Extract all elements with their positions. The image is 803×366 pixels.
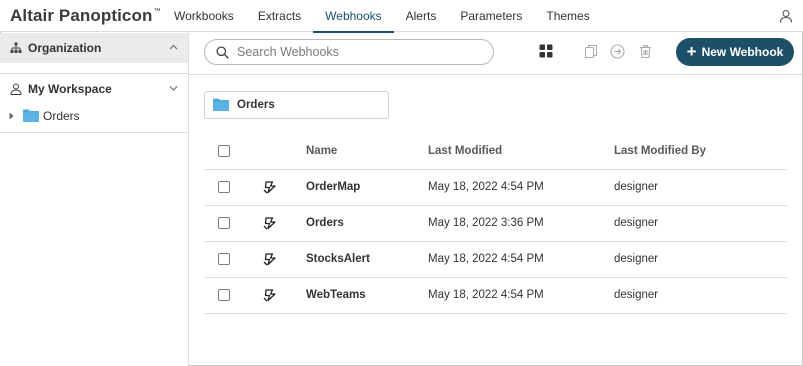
row-checkbox[interactable] — [218, 181, 230, 193]
search-icon — [216, 46, 229, 59]
move-icon[interactable] — [610, 44, 625, 59]
row-last-modified: May 18, 2022 4:54 PM — [428, 253, 544, 265]
sidebar: Organization My Workspace Orders — [0, 33, 189, 366]
new-webhook-button[interactable]: + New Webhook — [676, 38, 794, 66]
row-last-modified: May 18, 2022 4:54 PM — [428, 181, 544, 193]
webhook-icon — [263, 181, 276, 194]
row-last-modified-by: designer — [614, 181, 659, 193]
row-name[interactable]: WebTeams — [306, 289, 366, 301]
caret-right-icon[interactable] — [9, 112, 14, 120]
row-name[interactable]: StocksAlert — [306, 253, 370, 265]
table-row[interactable]: OrderMap May 18, 2022 4:54 PM designer — [204, 170, 787, 206]
search-input[interactable] — [237, 43, 487, 61]
tab-webhooks[interactable]: Webhooks — [313, 0, 395, 33]
table-row[interactable]: WebTeams May 18, 2022 4:54 PM designer — [204, 278, 787, 314]
folder-icon — [213, 98, 229, 111]
row-checkbox[interactable] — [218, 217, 230, 229]
column-header-last-modified[interactable]: Last Modified — [428, 145, 502, 157]
chevron-down-icon[interactable] — [169, 85, 178, 91]
tab-themes[interactable]: Themes — [534, 0, 601, 32]
tree-item-orders[interactable]: Orders — [0, 107, 188, 125]
my-workspace-label: My Workspace — [28, 82, 112, 96]
row-last-modified-by: designer — [614, 289, 659, 301]
trash-icon[interactable] — [638, 44, 653, 59]
grid-view-icon[interactable] — [539, 44, 553, 58]
toolbar-divider — [189, 74, 803, 75]
folder-card-label: Orders — [237, 99, 275, 111]
column-header-name[interactable]: Name — [306, 145, 337, 157]
organization-label: Organization — [28, 41, 102, 55]
brand-logo[interactable]: Altair Panopticon™ — [10, 6, 161, 26]
user-profile-icon[interactable] — [779, 9, 793, 23]
tab-workbooks[interactable]: Workbooks — [162, 0, 246, 32]
hierarchy-icon — [10, 42, 22, 53]
copy-icon[interactable] — [584, 44, 599, 59]
sidebar-section-organization[interactable]: Organization — [0, 33, 188, 63]
brand-name: Altair Panopticon — [10, 6, 153, 25]
select-all-checkbox[interactable] — [218, 145, 230, 157]
row-last-modified: May 18, 2022 3:36 PM — [428, 217, 544, 229]
table-row[interactable]: Orders May 18, 2022 3:36 PM designer — [204, 206, 787, 242]
search-box[interactable] — [204, 39, 494, 65]
tree-item-label: Orders — [43, 109, 80, 123]
chevron-up-icon[interactable] — [169, 44, 178, 50]
folder-icon — [23, 109, 39, 122]
user-icon — [10, 83, 22, 95]
table-row[interactable]: StocksAlert May 18, 2022 4:54 PM designe… — [204, 242, 787, 278]
folder-card-orders[interactable]: Orders — [204, 91, 389, 119]
row-last-modified-by: designer — [614, 217, 659, 229]
new-webhook-label: New Webhook — [701, 45, 784, 59]
top-bar: Altair Panopticon™ Workbooks Extracts We… — [0, 0, 803, 33]
webhook-icon — [263, 217, 276, 230]
tab-extracts[interactable]: Extracts — [246, 0, 313, 32]
main-nav: Workbooks Extracts Webhooks Alerts Param… — [162, 0, 602, 33]
sidebar-divider — [0, 132, 188, 133]
table-header-row: Name Last Modified Last Modified By — [204, 134, 787, 170]
sidebar-section-my-workspace[interactable]: My Workspace — [0, 73, 188, 103]
brand-trademark: ™ — [153, 8, 161, 15]
tab-parameters[interactable]: Parameters — [448, 0, 534, 32]
row-name[interactable]: Orders — [306, 217, 344, 229]
row-last-modified-by: designer — [614, 253, 659, 265]
plus-icon: + — [686, 41, 697, 61]
row-checkbox[interactable] — [218, 253, 230, 265]
tab-alerts[interactable]: Alerts — [394, 0, 449, 32]
row-name[interactable]: OrderMap — [306, 181, 360, 193]
webhook-icon — [263, 289, 276, 302]
row-checkbox[interactable] — [218, 289, 230, 301]
row-last-modified: May 18, 2022 4:54 PM — [428, 289, 544, 301]
column-header-last-modified-by[interactable]: Last Modified By — [614, 145, 706, 157]
webhook-icon — [263, 253, 276, 266]
